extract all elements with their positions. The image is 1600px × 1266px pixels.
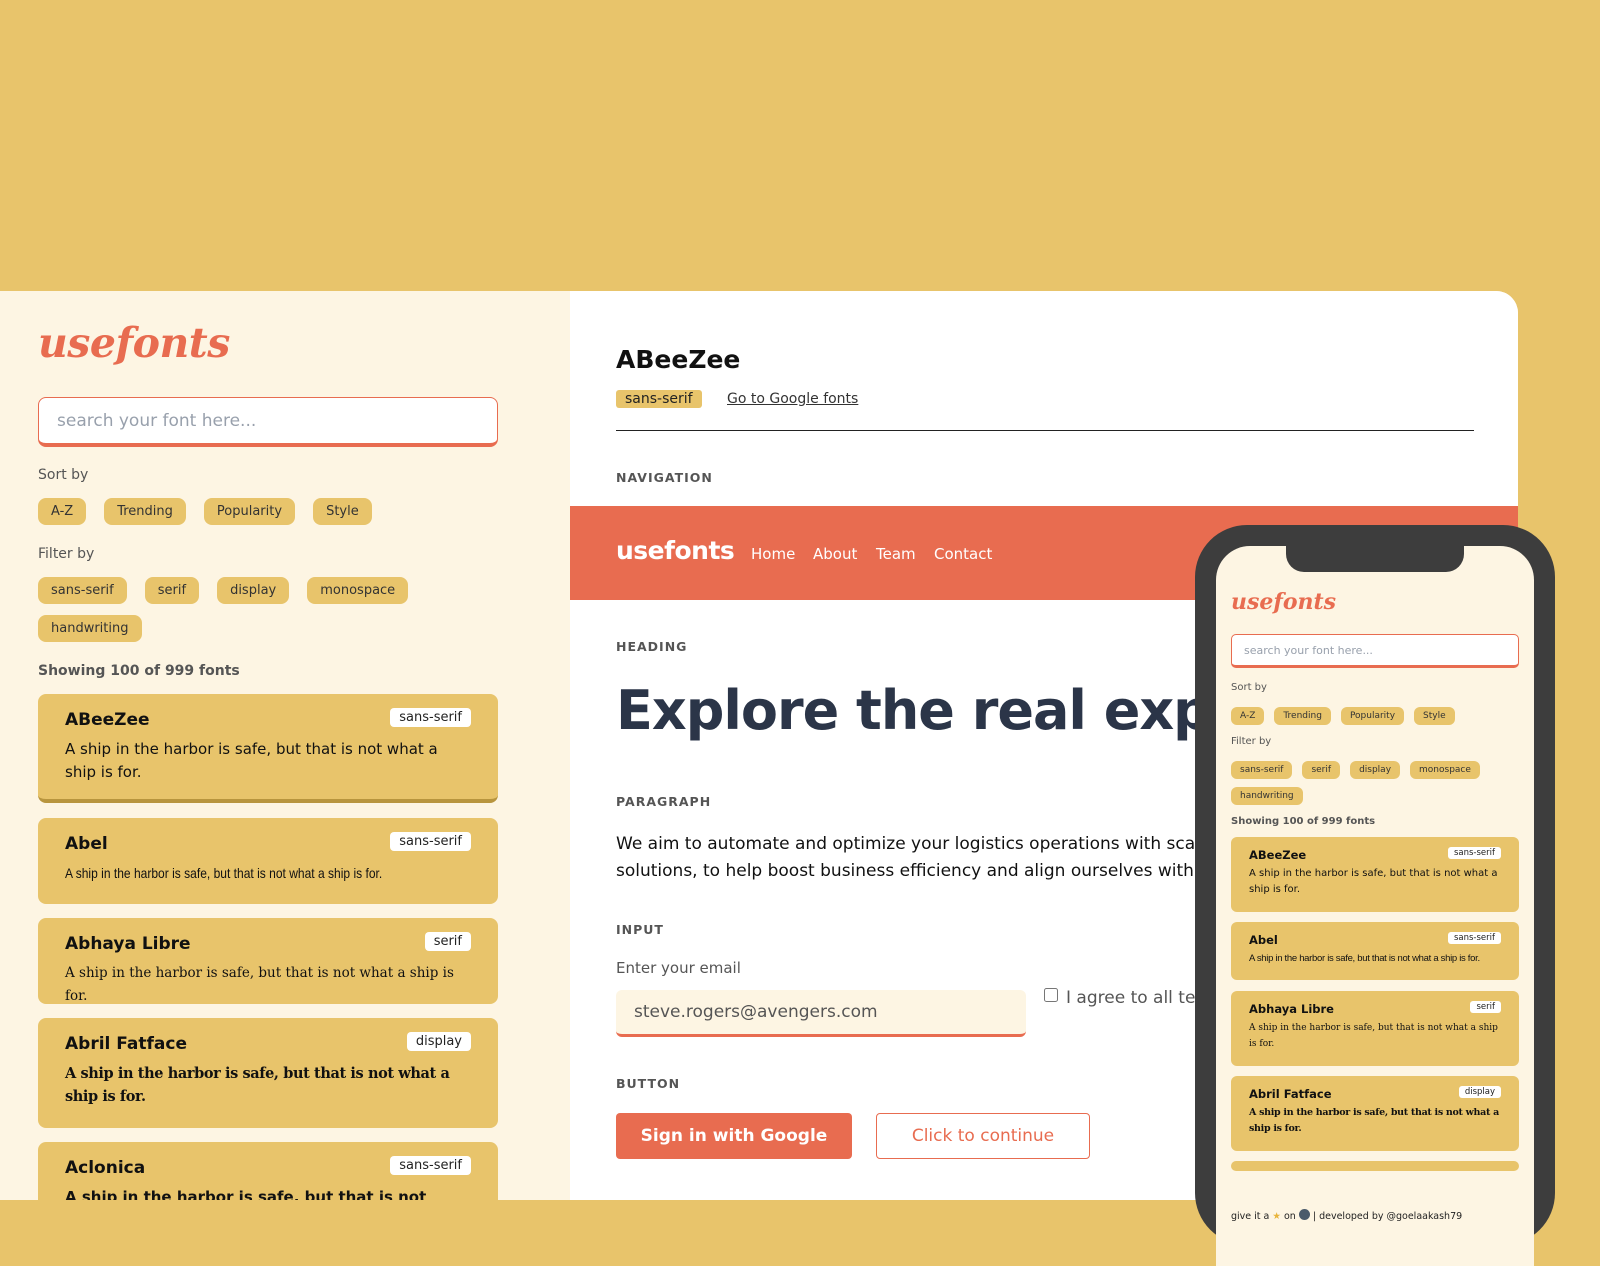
github-icon[interactable] [1298,1209,1310,1220]
sort-chip-trending[interactable]: Trending [104,498,186,525]
phone-footer: give it a ★ on | developed by @goelaakas… [1231,1209,1462,1222]
sort-options: A-Z Trending Popularity Style [38,498,390,525]
font-card-sample: A ship in the harbor is safe, but that i… [65,1188,427,1200]
phone-screen: usefonts Sort by A-Z Trending Popularity St… [1216,546,1534,1266]
font-card-aclonica[interactable]: Aclonica sans-serif A ship in the harbor… [38,1142,498,1200]
divider [616,430,1474,431]
font-card-sample: A ship in the harbor is safe, but that i… [65,740,438,781]
font-card-abeezee[interactable]: ABeeZee sans-serif A ship in the harbor … [38,694,498,803]
phone-sort-chip-style[interactable]: Style [1414,707,1455,725]
font-card-sample: A ship in the harbor is safe, but that i… [65,965,454,1004]
sort-chip-style[interactable]: Style [313,498,372,525]
sidebar: usefonts Sort by A-Z Trending Popularity St… [0,291,570,1200]
section-label-paragraph: PARAGRAPH [616,794,712,809]
phone-filter-chip-serif[interactable]: serif [1302,761,1341,779]
phone-font-card-tag: sans-serif [1447,847,1501,859]
font-card-sample: A ship in the harbor is safe, but that i… [65,1065,450,1105]
phone-sort-chip-az[interactable]: A-Z [1231,707,1265,725]
font-card-sample: A ship in the harbor is safe, but that i… [65,865,383,881]
filter-chip-sans-serif[interactable]: sans-serif [38,577,127,604]
agree-checkbox-row[interactable]: I agree to all te [1044,988,1195,1008]
phone-font-card-sample: A ship in the harbor is safe, but that i… [1249,1107,1499,1134]
filter-chip-monospace[interactable]: monospace [307,577,409,604]
filter-chip-handwriting[interactable]: handwriting [38,615,142,642]
phone-font-card-abeezee[interactable]: ABeeZee sans-serif A ship in the harbor … [1231,837,1519,912]
font-title: ABeeZee [616,345,741,374]
phone-font-card-sample: A ship in the harbor is safe, but that i… [1249,868,1498,895]
phone-filter-label: Filter by [1231,736,1272,747]
email-label: Enter your email [616,959,741,977]
font-card-tag: sans-serif [390,1156,471,1175]
phone-font-card-sample: A ship in the harbor is safe, but that i… [1249,953,1480,964]
sort-chip-az[interactable]: A-Z [38,498,87,525]
category-badge: sans-serif [616,390,702,408]
search-input[interactable] [38,397,498,447]
phone-font-card-tag: serif [1470,1001,1501,1013]
phone-sort-chip-popularity[interactable]: Popularity [1340,707,1405,725]
phone-notch [1286,546,1464,572]
phone-results-count: Showing 100 of 999 fonts [1231,816,1376,827]
navbar-logo[interactable]: usefonts [616,536,735,565]
star-icon: ★ [1272,1211,1281,1222]
phone-sort-label: Sort by [1231,682,1267,693]
phone-filter-chip-sans-serif[interactable]: sans-serif [1231,761,1293,779]
font-card-tag: display [406,1032,471,1051]
font-card-tag: sans-serif [390,708,471,727]
phone-filter-chip-handwriting[interactable]: handwriting [1231,787,1303,805]
nav-link-team[interactable]: Team [876,545,916,563]
phone-font-card-tag: sans-serif [1447,932,1501,944]
sort-label: Sort by [38,467,89,483]
agree-label: I agree to all te [1066,988,1196,1008]
nav-link-home[interactable]: Home [751,545,795,563]
font-card-tag: serif [424,932,471,951]
section-label-navigation: NAVIGATION [616,470,713,485]
font-card-tag: sans-serif [390,832,471,851]
filter-chip-display[interactable]: display [217,577,290,604]
nav-link-about[interactable]: About [813,545,857,563]
agree-checkbox[interactable] [1044,988,1058,1002]
phone-app-logo[interactable]: usefonts [1231,589,1336,615]
section-label-heading: HEADING [616,639,688,654]
google-fonts-link[interactable]: Go to Google fonts [727,391,858,407]
phone-font-card-sample: A ship in the harbor is safe, but that i… [1249,1023,1498,1049]
nav-link-contact[interactable]: Contact [934,545,992,563]
section-label-input: INPUT [616,922,664,937]
font-card-name: Abhaya Libre [65,934,191,954]
phone-font-card-abel[interactable]: Abel sans-serif A ship in the harbor is … [1231,922,1519,980]
footer-prefix: give it a [1231,1211,1270,1222]
continue-button[interactable]: Click to continue [876,1113,1090,1159]
phone-font-card-abril-fatface[interactable]: Abril Fatface display A ship in the harb… [1231,1076,1519,1151]
phone-font-card-tag: display [1458,1086,1501,1098]
font-card-abel[interactable]: Abel sans-serif A ship in the harbor is … [38,818,498,904]
phone-search-input[interactable] [1231,634,1519,668]
app-logo[interactable]: usefonts [38,319,230,367]
font-card-abhaya-libre[interactable]: Abhaya Libre serif A ship in the harbor … [38,918,498,1004]
phone-font-card-abhaya-libre[interactable]: Abhaya Libre serif A ship in the harbor … [1231,991,1519,1066]
phone-font-card-partial [1231,1161,1519,1171]
phone-sort-chip-trending[interactable]: Trending [1274,707,1331,725]
font-card-abril-fatface[interactable]: Abril Fatface display A ship in the harb… [38,1018,498,1128]
sign-in-google-button[interactable]: Sign in with Google [616,1113,852,1159]
section-label-button: BUTTON [616,1076,681,1091]
results-count: Showing 100 of 999 fonts [38,663,240,679]
filter-chip-serif[interactable]: serif [144,577,200,604]
footer-on: on [1283,1211,1296,1222]
sort-chip-popularity[interactable]: Popularity [203,498,296,525]
filter-options: sans-serif serif display monospace [38,577,426,604]
phone-mockup: usefonts Sort by A-Z Trending Popularity St… [1195,525,1555,1266]
filter-label: Filter by [38,546,95,562]
sample-heading: Explore the real experi [616,679,1291,742]
footer-credit[interactable]: | developed by @goelaakash79 [1313,1211,1462,1222]
email-field[interactable] [616,990,1026,1037]
phone-filter-chip-display[interactable]: display [1350,761,1401,779]
phone-font-card-name: Abhaya Libre [1249,1002,1334,1016]
phone-filter-chip-monospace[interactable]: monospace [1410,761,1480,779]
